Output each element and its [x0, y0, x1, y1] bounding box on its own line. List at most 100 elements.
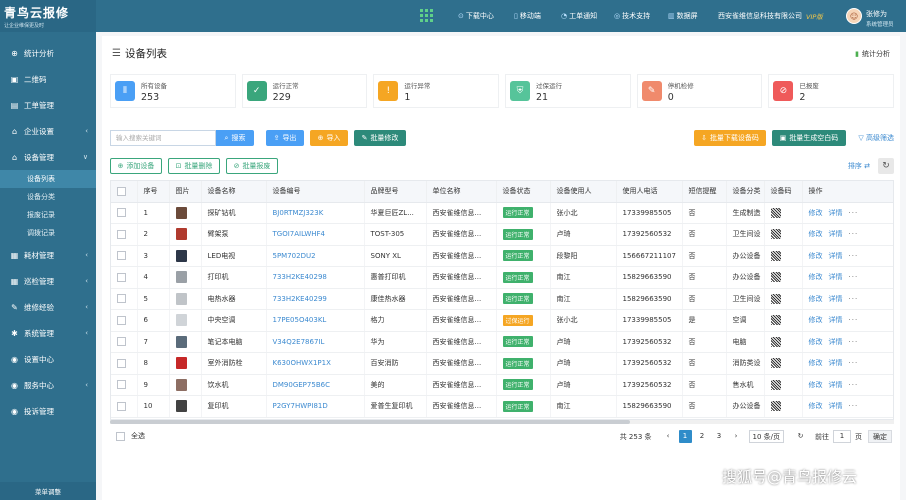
refresh-button[interactable]: ↻: [878, 158, 894, 174]
edit-button[interactable]: 修改: [809, 209, 823, 217]
detail-button[interactable]: 详情: [829, 230, 843, 238]
sidebar-subitem[interactable]: 调拨记录: [0, 224, 96, 242]
next-page-button[interactable]: ›: [730, 430, 743, 443]
header-checkbox[interactable]: [117, 186, 126, 196]
goto-page-input[interactable]: 1: [833, 430, 851, 443]
batch-generate-qr-button[interactable]: ▣ 批量生成空白码: [772, 130, 846, 146]
sidebar-item[interactable]: ◉ 设置中心: [0, 346, 96, 372]
edit-button[interactable]: 修改: [809, 252, 823, 260]
row-select[interactable]: [111, 309, 138, 332]
stat-card[interactable]: ✓ 运行正常 229: [241, 74, 368, 108]
sidebar-item[interactable]: ▦ 巡检管理 ‹: [0, 268, 96, 294]
detail-button[interactable]: 详情: [829, 252, 843, 260]
device-thumbnail[interactable]: [175, 292, 187, 305]
sidebar-item[interactable]: ⊕ 统计分析: [0, 40, 96, 66]
device-code-link[interactable]: BJ0RTMZJ323K: [266, 202, 365, 224]
qrcode-icon[interactable]: [770, 207, 781, 218]
table-row[interactable]: 3 LED电视 5PM702DU2 SONY XL 西安雀维信息... 运行正常 段黎阳 15…: [111, 245, 893, 267]
table-row[interactable]: 1 探矿钻机 BJ0RTMZJ323K 华夏巨匠ZL... 西安雀维信息... 运行正常 张…: [111, 202, 893, 224]
page-3[interactable]: 3: [713, 430, 726, 443]
more-icon[interactable]: ···: [849, 316, 859, 324]
batch-delete-button[interactable]: ⊡ 批量删除: [168, 158, 220, 174]
row-checkbox[interactable]: [117, 380, 126, 390]
qrcode-icon[interactable]: [770, 315, 781, 326]
edit-button[interactable]: 修改: [809, 230, 823, 238]
prev-page-button[interactable]: ‹: [662, 430, 675, 443]
qrcode-icon[interactable]: [770, 358, 781, 369]
sidebar-subitem[interactable]: 设备分类: [0, 188, 96, 206]
qrcode-icon[interactable]: [770, 379, 781, 390]
more-icon[interactable]: ···: [849, 338, 859, 346]
device-thumbnail[interactable]: [175, 228, 187, 241]
apps-grid-icon[interactable]: [420, 9, 433, 22]
device-thumbnail[interactable]: [175, 314, 187, 327]
table-row[interactable]: 2 臂架泵 TGOI7AILWHF4 TOST-305 西安雀维信息... 运行正常 卢琦 1…: [111, 223, 893, 246]
edit-button[interactable]: 修改: [809, 359, 823, 367]
device-code-link[interactable]: 5PM702DU2: [266, 245, 365, 267]
more-icon[interactable]: ···: [849, 209, 859, 217]
sort-link[interactable]: 排序 ⇄: [848, 161, 870, 171]
sidebar-item[interactable]: ▦ 耗材管理 ‹: [0, 242, 96, 268]
qrcode-icon[interactable]: [770, 250, 781, 261]
search-input[interactable]: 输入搜索关键词: [110, 130, 216, 146]
row-select[interactable]: [111, 374, 138, 396]
device-thumbnail[interactable]: [175, 400, 187, 413]
more-icon[interactable]: ···: [849, 273, 859, 281]
device-code-link[interactable]: 17PE05O403KL: [266, 309, 365, 332]
row-select[interactable]: [111, 288, 138, 310]
row-select[interactable]: [111, 202, 138, 224]
more-icon[interactable]: ···: [849, 295, 859, 303]
mobile-link[interactable]: ▯ 移动端: [514, 0, 541, 32]
table-row[interactable]: 10 复印机 P2GY7HWPI81D 爱普生复印机 西安雀维信息... 运行正常 南江 15…: [111, 395, 893, 418]
device-thumbnail[interactable]: [175, 206, 187, 219]
qrcode-icon[interactable]: [770, 229, 781, 240]
user-name[interactable]: 张修为: [866, 9, 887, 19]
device-thumbnail[interactable]: [175, 335, 187, 348]
qrcode-icon[interactable]: [770, 293, 781, 304]
sidebar-item[interactable]: ✱ 系统管理 ‹: [0, 320, 96, 346]
add-device-button[interactable]: ⊕ 添加设备: [110, 158, 162, 174]
detail-button[interactable]: 详情: [829, 338, 843, 346]
sidebar-item[interactable]: ✎ 维修经验 ‹: [0, 294, 96, 320]
row-checkbox[interactable]: [117, 251, 126, 261]
detail-button[interactable]: 详情: [829, 381, 843, 389]
more-icon[interactable]: ···: [849, 381, 859, 389]
device-thumbnail[interactable]: [175, 357, 187, 370]
menu-adjust-button[interactable]: 菜单调整: [0, 482, 96, 500]
confirm-button[interactable]: 确定: [868, 430, 892, 443]
edit-button[interactable]: 修改: [809, 316, 823, 324]
device-code-link[interactable]: TGOI7AILWHF4: [266, 223, 365, 246]
table-row[interactable]: 7 笔记本电脑 V34Q2E7867IL 华为 西安雀维信息... 运行正常 卢琦 17392…: [111, 331, 893, 353]
qrcode-icon[interactable]: [770, 401, 781, 412]
page-2[interactable]: 2: [696, 430, 709, 443]
stat-card[interactable]: ! 运行异常 1: [373, 74, 500, 108]
download-center-link[interactable]: ⊙ 下载中心: [458, 0, 494, 32]
row-select[interactable]: [111, 266, 138, 289]
stat-card[interactable]: ⦀ 所有设备 253: [110, 74, 236, 108]
edit-button[interactable]: 修改: [809, 338, 823, 346]
device-code-link[interactable]: DM90GEP75B6C: [266, 374, 365, 396]
ticket-notice-link[interactable]: ◔ 工单通知: [561, 0, 597, 32]
page-size-select[interactable]: 10 条/页: [748, 430, 784, 443]
refresh-icon[interactable]: ↻: [794, 430, 807, 443]
select-all-checkbox[interactable]: [116, 431, 125, 441]
detail-button[interactable]: 详情: [829, 316, 843, 324]
row-checkbox[interactable]: [117, 401, 126, 411]
more-icon[interactable]: ···: [849, 402, 859, 410]
edit-button[interactable]: 修改: [809, 402, 823, 410]
select-all[interactable]: 全选: [110, 431, 145, 441]
device-code-link[interactable]: V34Q2E7867IL: [266, 331, 365, 353]
detail-button[interactable]: 详情: [829, 295, 843, 303]
table-row[interactable]: 8 室外消防栓 K630OHWX1P1X 百安消防 西安雀维信息... 运行正常 卢琦 173…: [111, 352, 893, 375]
row-select[interactable]: [111, 395, 138, 418]
export-button[interactable]: ⇪ 导出: [266, 130, 304, 146]
qrcode-icon[interactable]: [770, 272, 781, 283]
more-icon[interactable]: ···: [849, 230, 859, 238]
more-icon[interactable]: ···: [849, 359, 859, 367]
batch-scrap-button[interactable]: ⊘ 批量报废: [226, 158, 278, 174]
avatar[interactable]: ☺: [846, 8, 862, 24]
row-checkbox[interactable]: [117, 315, 126, 325]
sidebar-subitem[interactable]: 报废记录: [0, 206, 96, 224]
batch-download-qr-button[interactable]: ⇩ 批量下载设备码: [694, 130, 766, 146]
batch-edit-button[interactable]: ✎ 批量修改: [354, 130, 406, 146]
